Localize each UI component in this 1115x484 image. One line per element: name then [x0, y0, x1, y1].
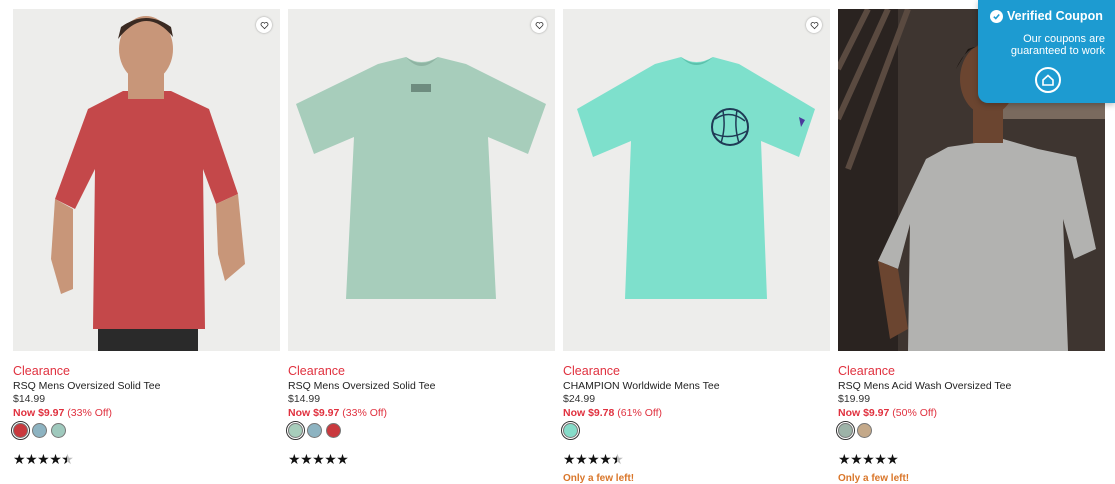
sale-price: Now $9.97 [838, 407, 890, 419]
product-name[interactable]: CHAMPION Worldwide Mens Tee [563, 380, 720, 392]
checkmark-icon [990, 9, 1003, 23]
clearance-badge: Clearance [13, 364, 70, 378]
color-swatch[interactable] [32, 423, 47, 438]
star-icon: ★ [13, 451, 26, 467]
star-icon: ★ [25, 451, 38, 467]
product-card[interactable]: Clearance RSQ Mens Oversized Solid Tee $… [11, 9, 280, 483]
original-price: $14.99 [13, 393, 46, 405]
star-rating: ★★★★★ [838, 451, 899, 467]
discount-percent: (50% Off) [892, 407, 938, 419]
clearance-badge: Clearance [288, 364, 345, 378]
original-price: $19.99 [838, 393, 871, 405]
product-grid: Clearance RSQ Mens Oversized Solid Tee $… [11, 9, 1106, 484]
sale-price: Now $9.97 [13, 407, 65, 419]
product-name[interactable]: RSQ Mens Oversized Solid Tee [288, 380, 435, 392]
star-icon: ★ [575, 451, 588, 467]
low-stock-notice: Only a few left! [838, 473, 910, 484]
star-icon: ★ [862, 451, 875, 467]
color-swatch[interactable] [11, 421, 30, 440]
heart-outline-icon[interactable] [256, 17, 272, 33]
coupon-message: Our coupons are guaranteed to work [1010, 33, 1105, 57]
color-swatch[interactable] [307, 423, 322, 438]
sale-price-row: Now $9.97 (33% Off) [288, 407, 387, 419]
sale-price-row: Now $9.97 (50% Off) [838, 407, 937, 419]
discount-percent: (33% Off) [342, 407, 388, 419]
color-swatch[interactable] [857, 423, 872, 438]
color-swatch[interactable] [561, 421, 580, 440]
sale-price: Now $9.78 [563, 407, 615, 419]
original-price: $24.99 [563, 393, 596, 405]
star-icon: ★ [563, 451, 576, 467]
color-swatch[interactable] [51, 423, 66, 438]
color-swatch[interactable] [286, 421, 305, 440]
star-rating: ★★★★★ [288, 451, 349, 467]
star-icon: ★ [587, 451, 600, 467]
star-icon: ★ [61, 451, 74, 467]
star-icon: ★ [850, 451, 863, 467]
color-swatches [561, 421, 580, 440]
coupon-header: Verified Coupon [990, 9, 1103, 23]
star-icon: ★ [611, 451, 624, 467]
star-icon: ★ [49, 451, 62, 467]
discount-percent: (61% Off) [617, 407, 663, 419]
color-swatches [836, 421, 872, 440]
star-rating: ★★★★★ [13, 451, 74, 467]
house-icon[interactable] [1035, 67, 1061, 93]
discount-percent: (33% Off) [67, 407, 113, 419]
coupon-title: Verified Coupon [1007, 9, 1103, 23]
product-card[interactable]: Clearance CHAMPION Worldwide Mens Tee $2… [561, 9, 830, 484]
sale-price-row: Now $9.78 (61% Off) [563, 407, 662, 419]
color-swatch[interactable] [836, 421, 855, 440]
product-name[interactable]: RSQ Mens Acid Wash Oversized Tee [838, 380, 1011, 392]
star-icon: ★ [324, 451, 337, 467]
product-image[interactable] [13, 9, 280, 351]
color-swatches [286, 421, 341, 440]
star-icon: ★ [288, 451, 301, 467]
product-name[interactable]: RSQ Mens Oversized Solid Tee [13, 380, 160, 392]
sale-price: Now $9.97 [288, 407, 340, 419]
original-price: $14.99 [288, 393, 321, 405]
star-icon: ★ [886, 451, 899, 467]
star-rating: ★★★★★ [563, 451, 624, 467]
star-icon: ★ [336, 451, 349, 467]
color-swatches [11, 421, 66, 440]
heart-outline-icon[interactable] [806, 17, 822, 33]
star-icon: ★ [312, 451, 325, 467]
star-icon: ★ [300, 451, 313, 467]
clearance-badge: Clearance [838, 364, 895, 378]
product-image[interactable] [288, 9, 555, 351]
product-image[interactable] [563, 9, 830, 351]
product-card[interactable]: Clearance RSQ Mens Oversized Solid Tee $… [286, 9, 555, 483]
star-icon: ★ [37, 451, 50, 467]
color-swatch[interactable] [326, 423, 341, 438]
low-stock-notice: Only a few left! [563, 473, 635, 484]
verified-coupon-widget[interactable]: Verified Coupon Our coupons are guarante… [978, 0, 1115, 103]
star-icon: ★ [874, 451, 887, 467]
star-icon: ★ [838, 451, 851, 467]
heart-outline-icon[interactable] [531, 17, 547, 33]
clearance-badge: Clearance [563, 364, 620, 378]
star-icon: ★ [599, 451, 612, 467]
sale-price-row: Now $9.97 (33% Off) [13, 407, 112, 419]
